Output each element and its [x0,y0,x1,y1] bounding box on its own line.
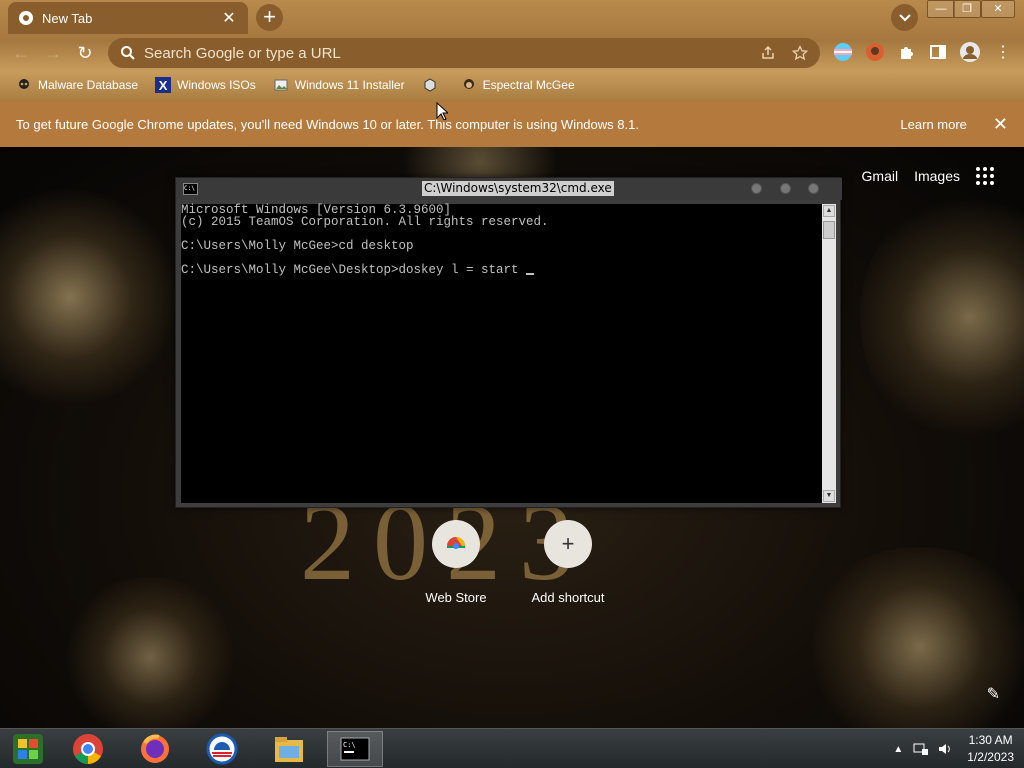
kebab-menu-icon[interactable]: ⋮ [992,41,1014,63]
console-cursor [526,273,535,275]
update-infobar: To get future Google Chrome updates, you… [0,102,1024,147]
bookmark-label: Windows 11 Installer [294,78,405,92]
windows-8-icon[interactable] [0,731,56,767]
reload-icon[interactable]: ↻ [72,40,98,66]
chrome-icon[interactable] [60,731,116,767]
mouse-cursor-icon [436,102,448,121]
show-hidden-icons-icon[interactable]: ▲ [893,744,903,755]
console-line: C:\Users\Molly McGee\Desktop>doskey l = … [181,263,527,277]
forward-icon[interactable]: → [40,40,66,66]
images-link[interactable]: Images [914,168,960,184]
share-icon[interactable] [760,45,776,61]
image-icon [273,77,289,93]
file-explorer-icon[interactable] [261,731,317,767]
cmd-icon[interactable]: C:\ [327,731,383,767]
scroll-up-icon[interactable]: ▲ [823,205,835,217]
minimize-button[interactable]: — [927,0,955,18]
shortcut-label: Add shortcut [531,590,605,605]
network-icon[interactable] [913,741,929,757]
bookmark-item[interactable]: X Windows ISOs [155,77,256,93]
close-infobar-icon[interactable]: ✕ [993,114,1008,135]
cmd-maximize-button[interactable] [780,183,791,194]
console-input-line[interactable]: C:\Users\Molly McGee\Desktop>doskey l = … [181,264,822,276]
clock-date: 1/2/2023 [967,750,1014,764]
cmd-close-button[interactable] [808,183,819,194]
clock[interactable]: 1:30 AM 1/2/2023 [967,732,1014,766]
avatar-icon [461,77,477,93]
firefox-icon[interactable] [127,731,183,767]
bookmark-item[interactable] [422,77,444,93]
x-icon: X [155,77,172,93]
browser-frame: New Tab ✕ + — ❐ ✕ ← → ↻ ⋮ [0,0,1024,102]
learn-more-link[interactable]: Learn more [900,117,966,132]
chrome-icon [19,11,33,25]
bookmark-label: Espectral McGee [482,78,575,92]
cmd-titlebar[interactable]: C:\ C:\Windows\system32\cmd.exe [176,178,842,200]
extensions-puzzle-icon[interactable] [896,41,918,63]
extension-avatar-icon[interactable] [864,41,886,63]
ntp-top-links: Gmail Images [862,167,994,185]
webstore-icon [432,520,480,568]
bookmark-label: Windows ISOs [177,78,256,92]
plus-icon: + [544,520,592,568]
system-tray: ▲ 1:30 AM 1/2/2023 [893,732,1014,766]
back-icon[interactable]: ← [8,40,34,66]
bookmark-star-icon[interactable] [792,45,808,61]
skull-icon [16,77,32,93]
console-line: (c) 2015 TeamOS Corporation. All rights … [181,215,549,229]
console-line: C:\Users\Molly McGee>cd desktop [181,239,414,253]
close-window-button[interactable]: ✕ [981,0,1015,18]
profile-avatar[interactable] [958,40,982,64]
cmd-title: C:\Windows\system32\cmd.exe [422,181,614,196]
chevron-down-icon [898,13,911,21]
restore-button[interactable]: ❐ [953,0,981,18]
cmd-minimize-button[interactable] [751,183,762,194]
omnibox[interactable] [108,38,820,68]
infobar-text: To get future Google Chrome updates, you… [16,117,639,132]
clock-time: 1:30 AM [968,733,1013,747]
side-panel-icon[interactable] [927,41,949,63]
shortcut-label: Web Store [425,590,487,605]
bookmarks-bar: Malware Database X Windows ISOs Windows … [0,72,1024,98]
scroll-thumb[interactable] [823,221,835,239]
bookmark-item[interactable]: Espectral McGee [461,77,575,93]
shortcut-web-store[interactable]: Web Store [401,520,511,605]
cmd-icon: C:\ [183,183,198,195]
gmail-link[interactable]: Gmail [862,168,899,184]
toolbar: ← → ↻ ⋮ [0,36,1024,70]
pencil-icon[interactable]: ✎ [987,684,1000,704]
apps-grid-icon[interactable] [976,167,994,185]
cmd-window[interactable]: C:\ C:\Windows\system32\cmd.exe Microsof… [175,177,842,508]
shortcut-add[interactable]: + Add shortcut [513,520,623,605]
bookmark-item[interactable]: Malware Database [16,77,138,93]
search-icon [121,46,135,60]
cmd-scrollbar[interactable]: ▲ ▼ [822,204,836,503]
close-tab-icon[interactable]: ✕ [220,9,238,27]
new-tab-button[interactable]: + [256,4,283,31]
obama-logo-icon[interactable] [194,731,250,767]
bookmark-label: Malware Database [38,78,139,92]
omnibox-input[interactable] [144,44,760,62]
volume-icon[interactable] [937,741,953,757]
cmd-console[interactable]: Microsoft Windows [Version 6.3.9600] (c)… [181,204,822,503]
taskbar: C:\ ▲ 1:30 AM 1/2/2023 [0,728,1024,768]
bookmark-item[interactable]: Windows 11 Installer [273,77,405,93]
tab-new-tab[interactable]: New Tab ✕ [8,2,248,34]
svg-text:C:\: C:\ [343,741,356,749]
cube-icon [422,77,438,93]
scroll-down-icon[interactable]: ▼ [823,490,835,502]
tab-title: New Tab [42,10,93,26]
tab-search-button[interactable] [891,4,918,31]
extension-flag-icon[interactable] [832,41,854,63]
